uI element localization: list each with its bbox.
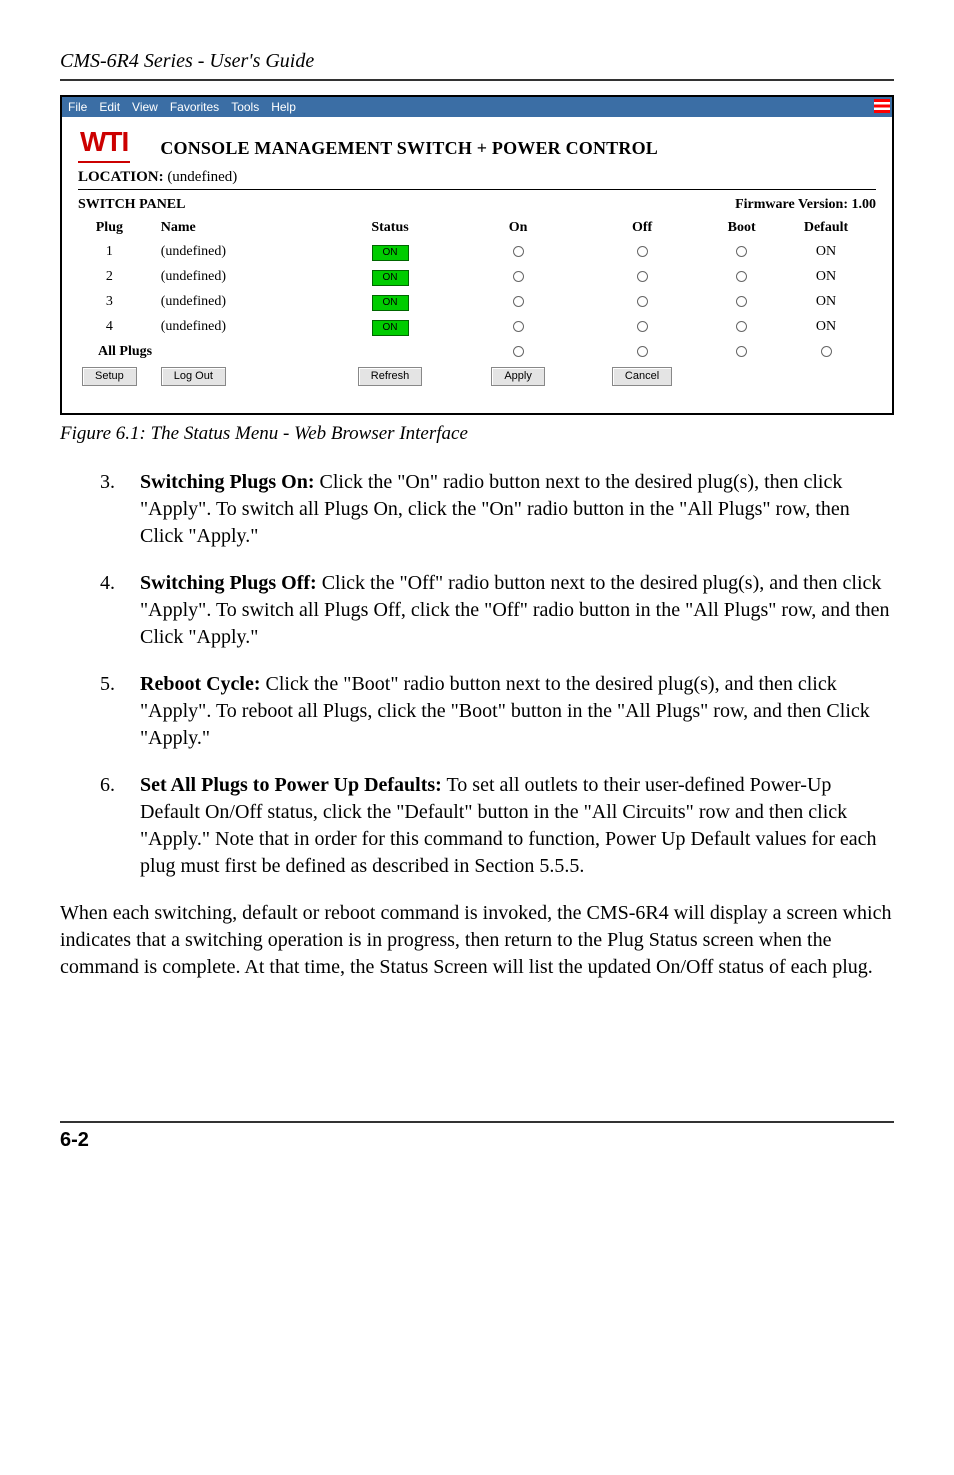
table-row: 3 (undefined) ON ON xyxy=(78,290,876,315)
apply-button[interactable]: Apply xyxy=(491,367,545,386)
windows-flag-icon xyxy=(874,99,890,113)
radio-on[interactable] xyxy=(513,271,524,282)
item-number: 6. xyxy=(100,772,140,880)
switch-table: Plug Name Status On Off Boot Default 1 (… xyxy=(78,217,876,389)
all-plugs-row: All Plugs xyxy=(78,340,876,365)
radio-boot-all[interactable] xyxy=(736,346,747,357)
screenshot-panel: File Edit View Favorites Tools Help WTI … xyxy=(60,95,894,415)
plug-name: (undefined) xyxy=(141,315,321,340)
radio-on[interactable] xyxy=(513,296,524,307)
col-default: Default xyxy=(776,217,876,240)
cancel-button[interactable]: Cancel xyxy=(612,367,672,386)
plug-name: (undefined) xyxy=(141,240,321,265)
radio-off[interactable] xyxy=(637,271,648,282)
radio-off[interactable] xyxy=(637,246,648,257)
radio-off[interactable] xyxy=(637,296,648,307)
status-badge: ON xyxy=(372,320,409,336)
plug-name: (undefined) xyxy=(141,290,321,315)
plug-number: 4 xyxy=(78,315,141,340)
menu-file[interactable]: File xyxy=(68,99,87,115)
table-row: 2 (undefined) ON ON xyxy=(78,265,876,290)
brand-logo: WTI xyxy=(78,123,130,163)
col-plug: Plug xyxy=(78,217,141,240)
col-name: Name xyxy=(141,217,321,240)
item-bold: Reboot Cycle: xyxy=(140,673,261,695)
page-header: CMS-6R4 Series - User's Guide xyxy=(60,48,894,81)
radio-on[interactable] xyxy=(513,246,524,257)
item-number: 5. xyxy=(100,671,140,752)
item-bold: Switching Plugs On: xyxy=(140,471,314,493)
list-item: 5. Reboot Cycle: Click the "Boot" radio … xyxy=(100,671,894,752)
menu-view[interactable]: View xyxy=(132,99,158,115)
logout-button[interactable]: Log Out xyxy=(161,367,226,386)
plug-number: 2 xyxy=(78,265,141,290)
default-value: ON xyxy=(776,315,876,340)
refresh-button[interactable]: Refresh xyxy=(358,367,423,386)
list-item: 3. Switching Plugs On: Click the "On" ra… xyxy=(100,469,894,550)
table-row: 4 (undefined) ON ON xyxy=(78,315,876,340)
radio-default-all[interactable] xyxy=(821,346,832,357)
radio-boot[interactable] xyxy=(736,271,747,282)
item-bold: Switching Plugs Off: xyxy=(140,572,317,594)
plug-number: 1 xyxy=(78,240,141,265)
location-line: LOCATION: (undefined) xyxy=(78,167,876,190)
status-badge: ON xyxy=(372,245,409,261)
list-item: 6. Set All Plugs to Power Up Defaults: T… xyxy=(100,772,894,880)
firmware-version: Firmware Version: 1.00 xyxy=(735,196,876,215)
radio-boot[interactable] xyxy=(736,296,747,307)
item-bold: Set All Plugs to Power Up Defaults: xyxy=(140,774,442,796)
page-number: 6-2 xyxy=(60,1121,894,1154)
app-title: CONSOLE MANAGEMENT SWITCH + POWER CONTRO… xyxy=(160,126,876,160)
col-boot: Boot xyxy=(707,217,776,240)
plug-number: 3 xyxy=(78,290,141,315)
menu-tools[interactable]: Tools xyxy=(231,99,259,115)
switch-panel-label: SWITCH PANEL xyxy=(78,196,185,215)
list-item: 4. Switching Plugs Off: Click the "Off" … xyxy=(100,570,894,651)
default-value: ON xyxy=(776,240,876,265)
radio-off[interactable] xyxy=(637,321,648,332)
status-badge: ON xyxy=(372,295,409,311)
radio-on[interactable] xyxy=(513,321,524,332)
menubar: File Edit View Favorites Tools Help xyxy=(62,97,892,117)
all-plugs-label: All Plugs xyxy=(78,340,321,365)
menu-favorites[interactable]: Favorites xyxy=(170,99,219,115)
menu-help[interactable]: Help xyxy=(271,99,296,115)
radio-on-all[interactable] xyxy=(513,346,524,357)
default-value: ON xyxy=(776,290,876,315)
menu-edit[interactable]: Edit xyxy=(99,99,120,115)
figure-caption: Figure 6.1: The Status Menu - Web Browse… xyxy=(60,421,894,447)
item-number: 3. xyxy=(100,469,140,550)
location-label: LOCATION: xyxy=(78,169,164,185)
radio-boot[interactable] xyxy=(736,246,747,257)
instruction-list: 3. Switching Plugs On: Click the "On" ra… xyxy=(60,469,894,880)
location-value: (undefined) xyxy=(167,169,237,185)
item-number: 4. xyxy=(100,570,140,651)
status-badge: ON xyxy=(372,270,409,286)
col-status: Status xyxy=(321,217,460,240)
col-off: Off xyxy=(577,217,707,240)
radio-off-all[interactable] xyxy=(637,346,648,357)
plug-name: (undefined) xyxy=(141,265,321,290)
col-on: On xyxy=(459,217,577,240)
setup-button[interactable]: Setup xyxy=(82,367,137,386)
closing-paragraph: When each switching, default or reboot c… xyxy=(60,900,894,981)
radio-boot[interactable] xyxy=(736,321,747,332)
default-value: ON xyxy=(776,265,876,290)
table-row: 1 (undefined) ON ON xyxy=(78,240,876,265)
